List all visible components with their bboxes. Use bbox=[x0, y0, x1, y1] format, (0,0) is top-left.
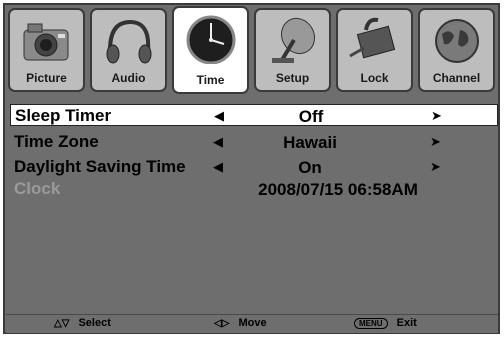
footer-hints: △▽ Select ◁▷ Move MENU Exit bbox=[6, 314, 498, 333]
move-hint: ◁▷ Move bbox=[214, 317, 267, 329]
right-arrow-icon[interactable]: ➤ bbox=[431, 108, 442, 124]
daylight-saving-value: On bbox=[298, 158, 322, 177]
menu-tabs: Picture Audio Time Setup Lock Channel bbox=[6, 6, 498, 98]
tab-picture[interactable]: Picture bbox=[8, 8, 85, 92]
right-arrow-icon[interactable]: ➤ bbox=[430, 159, 441, 175]
lock-icon bbox=[349, 17, 396, 59]
time-zone-row[interactable]: Time Zone ◀ Hawaii ➤ bbox=[10, 131, 498, 153]
tab-label: Setup bbox=[275, 71, 310, 85]
sleep-timer-value: Off bbox=[298, 107, 324, 126]
select-hint-label: Select bbox=[78, 317, 111, 329]
time-zone-value: Hawaii bbox=[283, 133, 337, 152]
tab-label: Lock bbox=[360, 71, 389, 85]
select-hint: △▽ Select bbox=[54, 317, 111, 329]
headphones-icon bbox=[106, 19, 152, 64]
tab-audio[interactable]: Audio bbox=[90, 8, 167, 92]
clock-value: 2008/07/15 06:58AM bbox=[258, 180, 418, 199]
exit-hint: MENU Exit bbox=[354, 317, 417, 329]
tab-lock[interactable]: Lock bbox=[336, 8, 413, 92]
sleep-timer-label: Sleep Timer bbox=[15, 106, 112, 125]
tab-label: Audio bbox=[111, 71, 146, 85]
time-zone-label: Time Zone bbox=[14, 132, 99, 151]
clock-icon bbox=[186, 15, 236, 64]
tab-label: Time bbox=[196, 73, 225, 87]
tab-setup[interactable]: Setup bbox=[254, 8, 331, 92]
clock-row: Clock 2008/07/15 06:58AM bbox=[10, 178, 498, 200]
camera-icon bbox=[23, 23, 69, 61]
left-right-arrows-icon: ◁▷ bbox=[214, 318, 230, 329]
sleep-timer-row[interactable]: Sleep Timer ◀ Off ➤ bbox=[10, 104, 498, 126]
time-settings-panel: Sleep Timer ◀ Off ➤ Time Zone ◀ Hawaii ➤… bbox=[10, 100, 498, 312]
daylight-saving-row[interactable]: Daylight Saving Time ◀ On ➤ bbox=[10, 156, 498, 178]
tab-label: Picture bbox=[26, 71, 67, 85]
move-hint-label: Move bbox=[238, 317, 267, 329]
tab-label: Channel bbox=[432, 71, 481, 85]
daylight-saving-label: Daylight Saving Time bbox=[14, 157, 186, 176]
satellite-dish-icon bbox=[272, 17, 316, 63]
right-arrow-icon[interactable]: ➤ bbox=[430, 134, 441, 150]
menu-button-icon[interactable]: MENU bbox=[354, 318, 388, 329]
up-down-arrows-icon: △▽ bbox=[54, 318, 70, 329]
tab-time[interactable]: Time bbox=[172, 6, 249, 94]
clock-label: Clock bbox=[14, 179, 61, 198]
tab-channel[interactable]: Channel bbox=[418, 8, 495, 92]
globe-icon bbox=[435, 19, 479, 63]
exit-hint-label: Exit bbox=[396, 317, 417, 329]
